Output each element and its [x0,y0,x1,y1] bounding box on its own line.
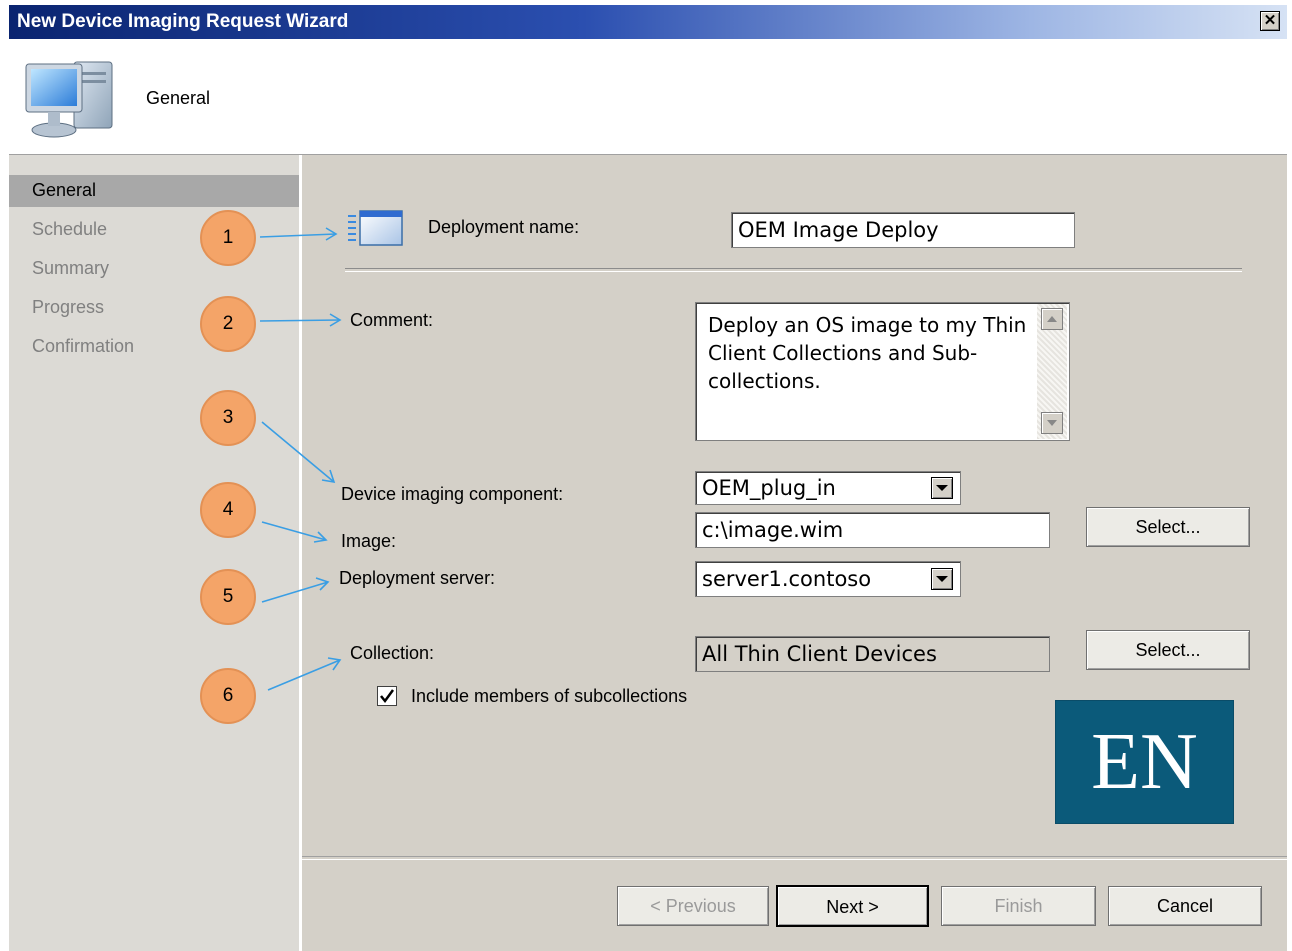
checkmark-icon [380,689,395,704]
collection-select-button[interactable]: Select... [1086,630,1250,670]
callout-5: 5 [200,569,256,625]
close-button[interactable]: ✕ [1260,11,1280,31]
sidebar-item-schedule[interactable]: Schedule [32,219,107,240]
scroll-up-arrow-icon [1047,316,1057,322]
scroll-down-button[interactable] [1041,412,1063,434]
scroll-down-arrow-icon [1047,420,1057,426]
server-value: server1.contoso [702,567,872,591]
callout-6: 6 [200,668,256,724]
page-title: General [146,88,211,108]
next-button[interactable]: Next > [776,885,929,927]
main-panel [302,155,1287,951]
include-subcollections-checkbox[interactable] [377,686,397,706]
window-title: New Device Imaging Request Wizard [17,11,349,32]
logo-text: EN [1091,718,1198,806]
section-divider [345,268,1242,272]
cancel-button[interactable]: Cancel [1108,886,1262,926]
deployment-name-label: Deployment name: [428,217,580,237]
en-logo: EN [1055,700,1234,824]
sidebar-item-general[interactable]: General [32,180,96,201]
finish-button[interactable]: Finish [941,886,1096,926]
sidebar-item-progress[interactable]: Progress [32,297,104,318]
callout-4: 4 [200,482,256,538]
deployment-name-field[interactable]: OEM Image Deploy [731,212,1075,248]
image-field[interactable]: c:\image.wim [695,512,1050,548]
collection-label: Collection: [350,643,435,663]
previous-button[interactable]: < Previous [617,886,769,926]
footer-divider [302,856,1287,860]
comment-textarea[interactable]: Deploy an OS image to my Thin Client Col… [695,302,1070,441]
server-dropdown[interactable]: server1.contoso [695,561,961,597]
collection-field: All Thin Client Devices [695,636,1050,672]
chevron-down-icon[interactable] [931,477,953,499]
scroll-up-button[interactable] [1041,308,1063,330]
server-label: Deployment server: [339,568,496,588]
deployment-name-icon [348,210,403,246]
title-bar: New Device Imaging Request Wizard [9,5,1287,39]
computer-icon [25,61,113,138]
comment-label: Comment: [350,310,434,330]
callout-2: 2 [200,296,256,352]
include-subcollections-label: Include members of subcollections [411,686,688,706]
sidebar-item-summary[interactable]: Summary [32,258,109,279]
callout-3: 3 [200,390,256,446]
component-value: OEM_plug_in [702,476,836,500]
image-select-button[interactable]: Select... [1086,507,1250,547]
callout-1: 1 [200,210,256,266]
close-icon: ✕ [1263,12,1277,29]
component-label: Device imaging component: [341,484,564,504]
image-label: Image: [341,531,397,551]
comment-text: Deploy an OS image to my Thin Client Col… [708,313,1027,393]
sidebar-item-confirmation[interactable]: Confirmation [32,336,134,357]
chevron-down-icon[interactable] [931,568,953,590]
comment-scrollbar[interactable] [1037,304,1067,439]
component-dropdown[interactable]: OEM_plug_in [695,471,961,505]
